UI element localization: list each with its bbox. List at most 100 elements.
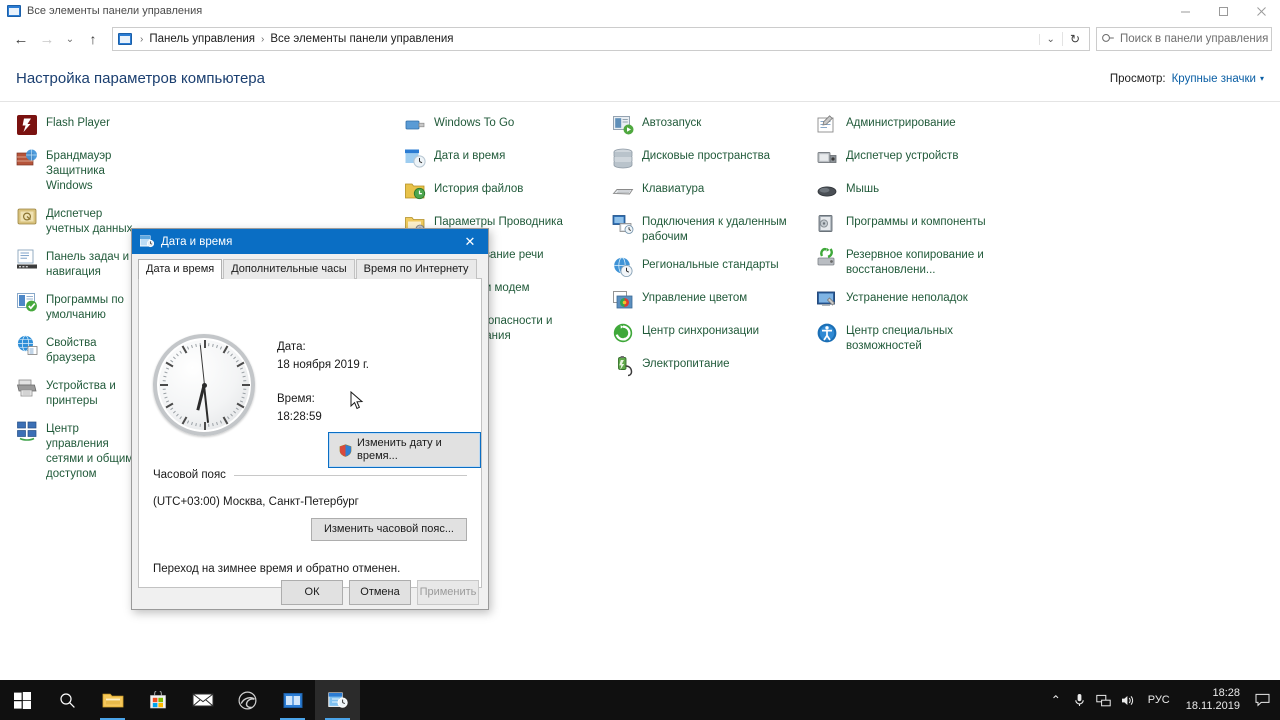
dialog-tabs: Дата и время Дополнительные часы Время по … [138,259,482,279]
control-panel-item-label: Автозапуск [642,117,702,129]
search-icon [1100,30,1118,48]
control-panel-item[interactable]: Программы по умолчанию [16,291,142,323]
control-panel-item[interactable]: Дисковые пространства [612,147,802,169]
chevron-down-icon[interactable]: ⌄ [1038,33,1062,45]
date-value: 18 ноября 2019 г. [277,359,369,371]
control-panel-item[interactable]: Автозапуск [612,114,802,136]
control-panel-item-label: Центр управления сетями и общим доступом [46,423,134,480]
firewall-icon [16,147,38,169]
sync-center-icon [612,322,634,344]
control-panel-item[interactable]: Центр синхронизации [612,322,802,344]
control-panel-button[interactable] [270,680,315,720]
control-panel-item-label: Клавиатура [642,183,705,195]
control-panel-item[interactable]: Flash Player [16,114,142,136]
power-options-icon [612,355,634,377]
internet-options-icon [16,334,38,356]
dialog-tab-2[interactable]: Время по Интернету [355,259,477,279]
cancel-button[interactable]: Отмена [349,579,411,605]
control-panel-item[interactable]: Диспетчер учетных данных [16,205,142,237]
control-panel-item[interactable]: Администрирование [816,114,1016,136]
edge-icon [238,691,257,709]
control-panel-item[interactable]: Подключения к удаленным рабочим [612,213,802,245]
control-panel-item-label: Центр синхронизации [642,325,760,337]
language-indicator[interactable]: РУС [1140,694,1178,706]
network-icon[interactable] [1092,694,1116,707]
devices-printers-icon [16,377,38,399]
control-panel-item[interactable]: Диспетчер устройств [816,147,1016,169]
control-panel-item[interactable]: Программы и компоненты [816,213,1016,235]
search-button[interactable] [45,680,90,720]
control-panel-item[interactable]: Мышь [816,180,1016,202]
control-panel-item[interactable]: Дата и время [404,147,594,169]
close-button[interactable] [1242,0,1280,22]
chevron-down-icon[interactable]: ▾ [1260,74,1264,83]
start-button[interactable] [0,680,45,720]
keyboard-icon [612,180,634,202]
microphone-icon[interactable] [1068,693,1092,707]
change-timezone-button[interactable]: Изменить часовой пояс... [310,518,467,541]
date-time-button[interactable] [315,680,360,720]
control-panel-item-label: Панель задач и навигация [46,251,130,278]
change-datetime-label: Изменить дату и время... [357,437,442,462]
control-panel-item-label: Программы и компоненты [846,216,986,228]
apply-button: Применить [417,579,479,605]
show-hidden-icons-button[interactable]: ⌃ [1044,693,1068,707]
administrative-tools-icon [816,114,838,136]
forward-button[interactable]: → [34,26,60,52]
timezone-heading: Часовой пояс [153,469,226,481]
control-panel-item[interactable]: Резервное копирование и восстановлени... [816,246,1016,278]
edge-button[interactable] [225,680,270,720]
credential-manager-icon [16,205,38,227]
control-panel-item[interactable]: История файлов [404,180,594,202]
device-manager-icon [816,147,838,169]
control-panel-item-label: Администрирование [846,117,956,129]
control-panel-item[interactable]: Устранение неполадок [816,289,1016,311]
dialog-tab-1[interactable]: Дополнительные часы [223,259,355,279]
control-panel-item[interactable]: Управление цветом [612,289,802,311]
items-column-3: Автозапуск Дисковые пространства Клавиатур… [612,114,802,388]
control-panel-item-label: Windows To Go [434,117,515,129]
control-panel-item-label: Электропитание [642,358,730,370]
programs-features-icon [816,213,838,235]
mouse-icon [816,180,838,202]
control-panel-item[interactable]: Windows To Go [404,114,594,136]
ok-button[interactable]: ОК [281,579,343,605]
up-button[interactable]: ↑ [80,26,106,52]
back-button[interactable]: ← [8,26,34,52]
control-panel-item-label: Дисковые пространства [642,150,771,162]
refresh-icon[interactable]: ↻ [1061,32,1087,46]
volume-icon[interactable] [1116,694,1140,707]
search-input[interactable]: Поиск в панели управления [1096,27,1272,51]
tray-clock[interactable]: 18:28 18.11.2019 [1178,687,1248,713]
control-panel-item[interactable]: Устройства и принтеры [16,377,142,409]
microsoft-store-button[interactable] [135,680,180,720]
search-placeholder: Поиск в панели управления [1120,33,1269,45]
dialog-close-button[interactable]: ✕ [452,229,488,254]
control-panel-item[interactable]: Клавиатура [612,180,802,202]
control-panel-item[interactable]: Центр специальных возможностей [816,322,1016,354]
control-panel-item[interactable]: Свойства браузера [16,334,142,366]
minimize-button[interactable] [1166,0,1204,22]
control-panel-item[interactable]: Центр управления сетями и общим доступом [16,420,142,482]
default-programs-icon [16,291,38,313]
maximize-button[interactable] [1204,0,1242,22]
notification-icon[interactable] [1248,693,1276,707]
address-bar[interactable]: › Панель управления › Все элементы панел… [112,27,1090,51]
file-explorer-button[interactable] [90,680,135,720]
control-panel-item[interactable]: Брандмауэр Защитника Windows [16,147,142,194]
control-panel-item[interactable]: Региональные стандарты [612,256,802,278]
change-datetime-button[interactable]: Изменить дату и время... [328,432,481,468]
view-selector[interactable]: Крупные значки [1172,73,1256,85]
taskbar-navigation-icon [16,248,38,270]
breadcrumb-item-all-items[interactable]: Все элементы панели управления [268,33,455,45]
mail-button[interactable] [180,680,225,720]
recent-locations-button[interactable]: ⌄ [60,26,80,52]
control-panel-item[interactable]: Панель задач и навигация [16,248,142,280]
control-panel-item-label: Диспетчер учетных данных [46,208,133,235]
breadcrumb-item-control-panel[interactable]: Панель управления [147,33,257,45]
control-panel-item[interactable]: Электропитание [612,355,802,377]
breadcrumb-separator: › [140,33,144,45]
storage-spaces-icon [612,147,634,169]
dialog-tab-0[interactable]: Дата и время [138,259,223,279]
date-label: Дата: [277,341,306,353]
